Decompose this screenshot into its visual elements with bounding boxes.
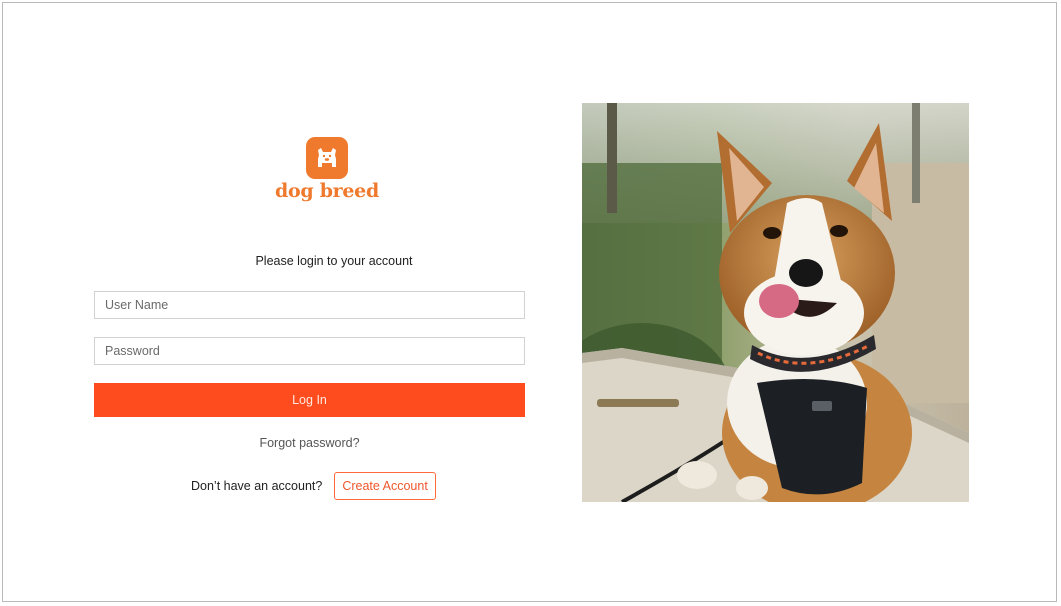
signup-row: Don’t have an account? Create Account xyxy=(191,472,436,500)
forgot-password-link[interactable]: Forgot password? xyxy=(94,436,525,450)
bulldog-icon xyxy=(306,137,348,179)
create-account-button[interactable]: Create Account xyxy=(334,472,436,500)
username-input[interactable] xyxy=(94,291,525,319)
brand-name: dog breed xyxy=(275,180,379,202)
corgi-photo xyxy=(582,103,969,502)
login-subtitle: Please login to your account xyxy=(255,254,413,268)
brand-logo: dog breed xyxy=(265,137,389,202)
signup-prompt: Don’t have an account? xyxy=(191,479,323,493)
password-input[interactable] xyxy=(94,337,525,365)
login-button[interactable]: Log In xyxy=(94,383,525,417)
